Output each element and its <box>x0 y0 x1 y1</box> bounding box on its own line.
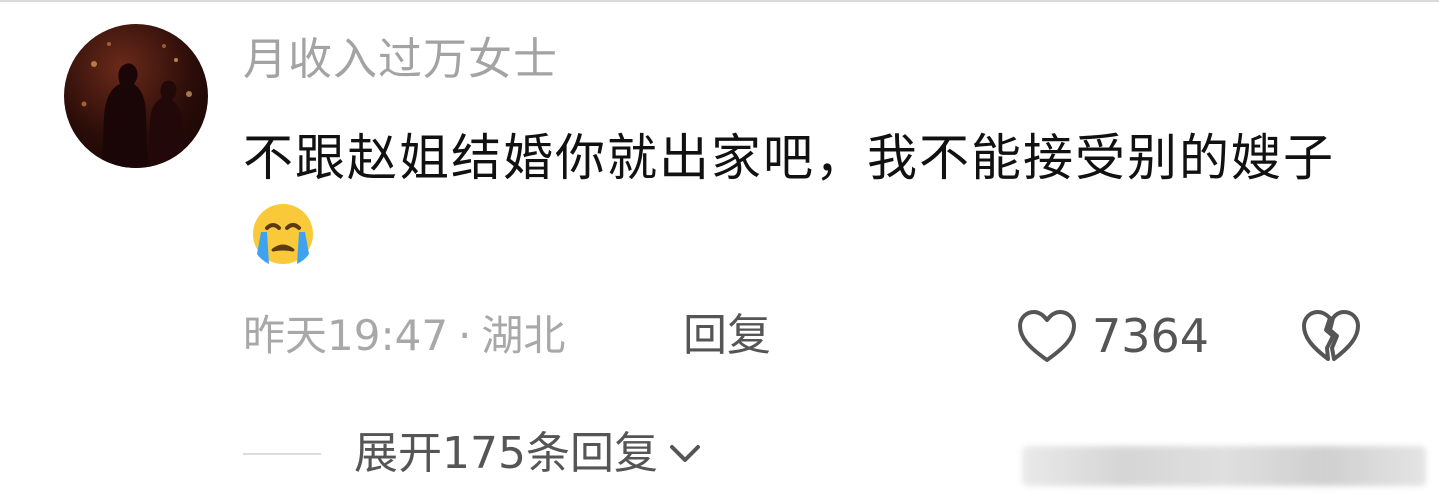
comment-time: 昨天19:47 <box>243 311 449 360</box>
dislike-button[interactable] <box>1300 306 1362 366</box>
heart-outline-icon <box>1018 310 1076 362</box>
blurred-watermark <box>1022 446 1426 486</box>
expand-replies-label: 展开175条回复 <box>354 428 658 479</box>
avatar[interactable] <box>64 24 208 168</box>
chevron-down-icon <box>669 445 700 462</box>
reply-button[interactable]: 回复 <box>683 306 771 366</box>
comment-body: 不跟赵姐结婚你就出家吧，我不能接受别的嫂子 <box>243 118 1363 281</box>
comment-meta: 昨天19:47 · 湖北 <box>243 306 565 366</box>
comment-text: 不跟赵姐结婚你就出家吧，我不能接受别的嫂子 <box>243 129 1335 187</box>
expand-divider <box>243 453 321 455</box>
comment-location: 湖北 <box>481 311 566 360</box>
expand-replies-button[interactable]: 展开175条回复 <box>243 424 702 484</box>
like-count: 7364 <box>1092 309 1210 363</box>
like-button[interactable]: 7364 <box>1016 306 1209 366</box>
avatar-image <box>81 42 192 168</box>
crying-face-emoji-icon <box>247 198 319 270</box>
username[interactable]: 月收入过万女士 <box>243 30 558 90</box>
top-divider <box>0 0 1439 2</box>
broken-heart-icon <box>1302 310 1360 361</box>
meta-separator: · <box>458 311 472 360</box>
